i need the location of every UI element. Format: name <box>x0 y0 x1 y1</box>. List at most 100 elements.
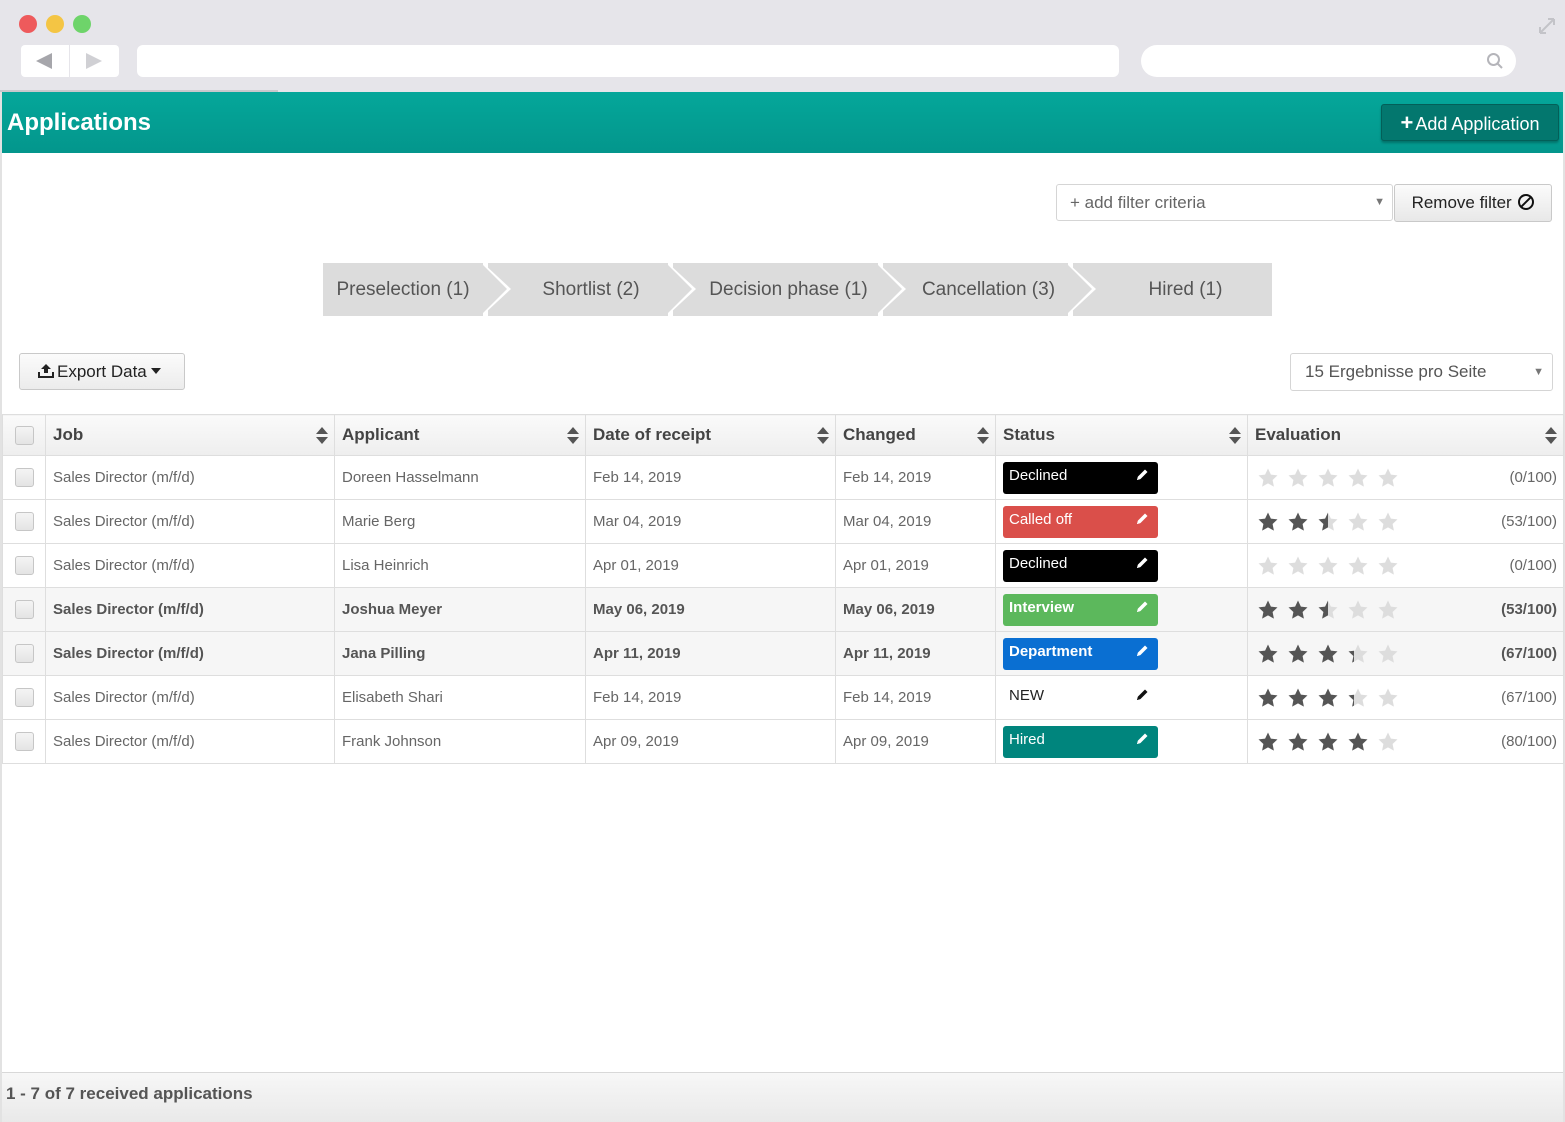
resize-icon[interactable] <box>1537 16 1557 36</box>
column-header-status[interactable]: Status <box>995 414 1248 456</box>
column-header-date-of-receipt[interactable]: Date of receipt <box>585 414 836 456</box>
status-badge[interactable]: Declined <box>1003 461 1158 494</box>
row-checkbox[interactable] <box>14 600 34 619</box>
table-row[interactable]: Sales Director (m/f/d) Jana Pilling Apr 11… <box>2 631 1564 676</box>
star-icon[interactable] <box>1317 687 1339 709</box>
star-icon[interactable] <box>1347 599 1369 621</box>
cell-job[interactable]: Sales Director (m/f/d) <box>45 587 335 632</box>
window-maximize-dot[interactable] <box>73 15 91 33</box>
status-badge[interactable]: Interview <box>1003 593 1158 626</box>
star-icon[interactable] <box>1257 687 1279 709</box>
sort-icon[interactable] <box>977 427 989 444</box>
column-header-changed[interactable]: Changed <box>835 414 996 456</box>
cell-job[interactable]: Sales Director (m/f/d) <box>45 675 335 720</box>
sort-icon[interactable] <box>567 427 579 444</box>
star-icon[interactable] <box>1377 643 1399 665</box>
row-checkbox[interactable] <box>14 732 34 751</box>
status-badge[interactable]: NEW <box>1003 682 1158 714</box>
stage-preselection[interactable]: Preselection (1) <box>323 263 483 316</box>
cell-applicant[interactable]: Frank Johnson <box>334 719 586 764</box>
star-icon[interactable] <box>1257 731 1279 753</box>
star-rating[interactable] <box>1257 643 1407 665</box>
table-row[interactable]: Sales Director (m/f/d) Joshua Meyer May 06… <box>2 587 1564 632</box>
table-row[interactable]: Sales Director (m/f/d) Frank Johnson Apr 0… <box>2 719 1564 764</box>
window-minimize-dot[interactable] <box>46 15 64 33</box>
cell-job[interactable]: Sales Director (m/f/d) <box>45 719 335 764</box>
sort-icon[interactable] <box>1229 427 1241 444</box>
pencil-icon[interactable] <box>1135 644 1149 658</box>
status-badge[interactable]: Department <box>1003 637 1158 670</box>
back-button[interactable] <box>21 45 69 77</box>
row-checkbox[interactable] <box>14 556 34 575</box>
star-rating[interactable] <box>1257 599 1407 621</box>
forward-button[interactable] <box>70 45 118 77</box>
status-badge[interactable]: Declined <box>1003 549 1158 582</box>
cell-applicant[interactable]: Marie Berg <box>334 499 586 544</box>
star-icon[interactable] <box>1287 555 1309 577</box>
star-icon[interactable] <box>1317 467 1339 489</box>
address-bar[interactable] <box>137 45 1119 77</box>
cell-job[interactable]: Sales Director (m/f/d) <box>45 499 335 544</box>
column-header-job[interactable]: Job <box>45 414 335 456</box>
row-checkbox[interactable] <box>14 644 34 663</box>
star-icon[interactable] <box>1257 467 1279 489</box>
star-icon[interactable] <box>1347 555 1369 577</box>
column-header-evaluation[interactable]: Evaluation <box>1247 414 1564 456</box>
status-badge[interactable]: Hired <box>1003 725 1158 758</box>
star-icon[interactable] <box>1287 511 1309 533</box>
star-rating[interactable] <box>1257 511 1407 533</box>
sort-icon[interactable] <box>1545 427 1557 444</box>
star-icon[interactable] <box>1287 467 1309 489</box>
star-icon[interactable] <box>1377 511 1399 533</box>
star-icon[interactable] <box>1347 687 1369 709</box>
cell-job[interactable]: Sales Director (m/f/d) <box>45 543 335 588</box>
cell-job[interactable]: Sales Director (m/f/d) <box>45 455 335 500</box>
row-checkbox[interactable] <box>14 688 34 707</box>
row-checkbox[interactable] <box>14 512 34 531</box>
star-icon[interactable] <box>1377 467 1399 489</box>
star-rating[interactable] <box>1257 687 1407 709</box>
window-close-dot[interactable] <box>19 15 37 33</box>
star-icon[interactable] <box>1287 643 1309 665</box>
star-icon[interactable] <box>1287 731 1309 753</box>
row-checkbox[interactable] <box>14 468 34 487</box>
star-icon[interactable] <box>1287 599 1309 621</box>
sort-icon[interactable] <box>316 427 328 444</box>
cell-applicant[interactable]: Joshua Meyer <box>334 587 586 632</box>
table-row[interactable]: Sales Director (m/f/d) Marie Berg Mar 04, … <box>2 499 1564 544</box>
pencil-icon[interactable] <box>1135 468 1149 482</box>
pencil-icon[interactable] <box>1135 556 1149 570</box>
pencil-icon[interactable] <box>1135 732 1149 746</box>
export-data-button[interactable]: Export Data <box>19 353 185 390</box>
add-filter-select[interactable]: + add filter criteria ▼ <box>1056 184 1393 221</box>
table-row[interactable]: Sales Director (m/f/d) Lisa Heinrich Apr 0… <box>2 543 1564 588</box>
star-icon[interactable] <box>1317 555 1339 577</box>
pencil-icon[interactable] <box>1135 688 1149 702</box>
pencil-icon[interactable] <box>1135 512 1149 526</box>
star-icon[interactable] <box>1287 687 1309 709</box>
cell-job[interactable]: Sales Director (m/f/d) <box>45 631 335 676</box>
browser-search-field[interactable] <box>1141 45 1516 77</box>
stage-shortlist[interactable]: Shortlist (2) <box>488 263 668 316</box>
add-application-button[interactable]: + Add Application <box>1381 104 1559 141</box>
star-icon[interactable] <box>1377 599 1399 621</box>
cell-applicant[interactable]: Lisa Heinrich <box>334 543 586 588</box>
star-icon[interactable] <box>1317 599 1339 621</box>
select-all-checkbox[interactable] <box>14 426 34 445</box>
star-icon[interactable] <box>1257 555 1279 577</box>
stage-cancellation[interactable]: Cancellation (3) <box>883 263 1068 316</box>
table-row[interactable]: Sales Director (m/f/d) Elisabeth Shari Feb… <box>2 675 1564 720</box>
star-icon[interactable] <box>1377 731 1399 753</box>
cell-applicant[interactable]: Jana Pilling <box>334 631 586 676</box>
cell-applicant[interactable]: Doreen Hasselmann <box>334 455 586 500</box>
sort-icon[interactable] <box>817 427 829 444</box>
cell-applicant[interactable]: Elisabeth Shari <box>334 675 586 720</box>
star-icon[interactable] <box>1347 467 1369 489</box>
star-icon[interactable] <box>1347 511 1369 533</box>
stage-decision-phase[interactable]: Decision phase (1) <box>673 263 878 316</box>
star-icon[interactable] <box>1347 643 1369 665</box>
star-icon[interactable] <box>1317 731 1339 753</box>
column-header-applicant[interactable]: Applicant <box>334 414 586 456</box>
star-icon[interactable] <box>1317 643 1339 665</box>
star-icon[interactable] <box>1377 555 1399 577</box>
